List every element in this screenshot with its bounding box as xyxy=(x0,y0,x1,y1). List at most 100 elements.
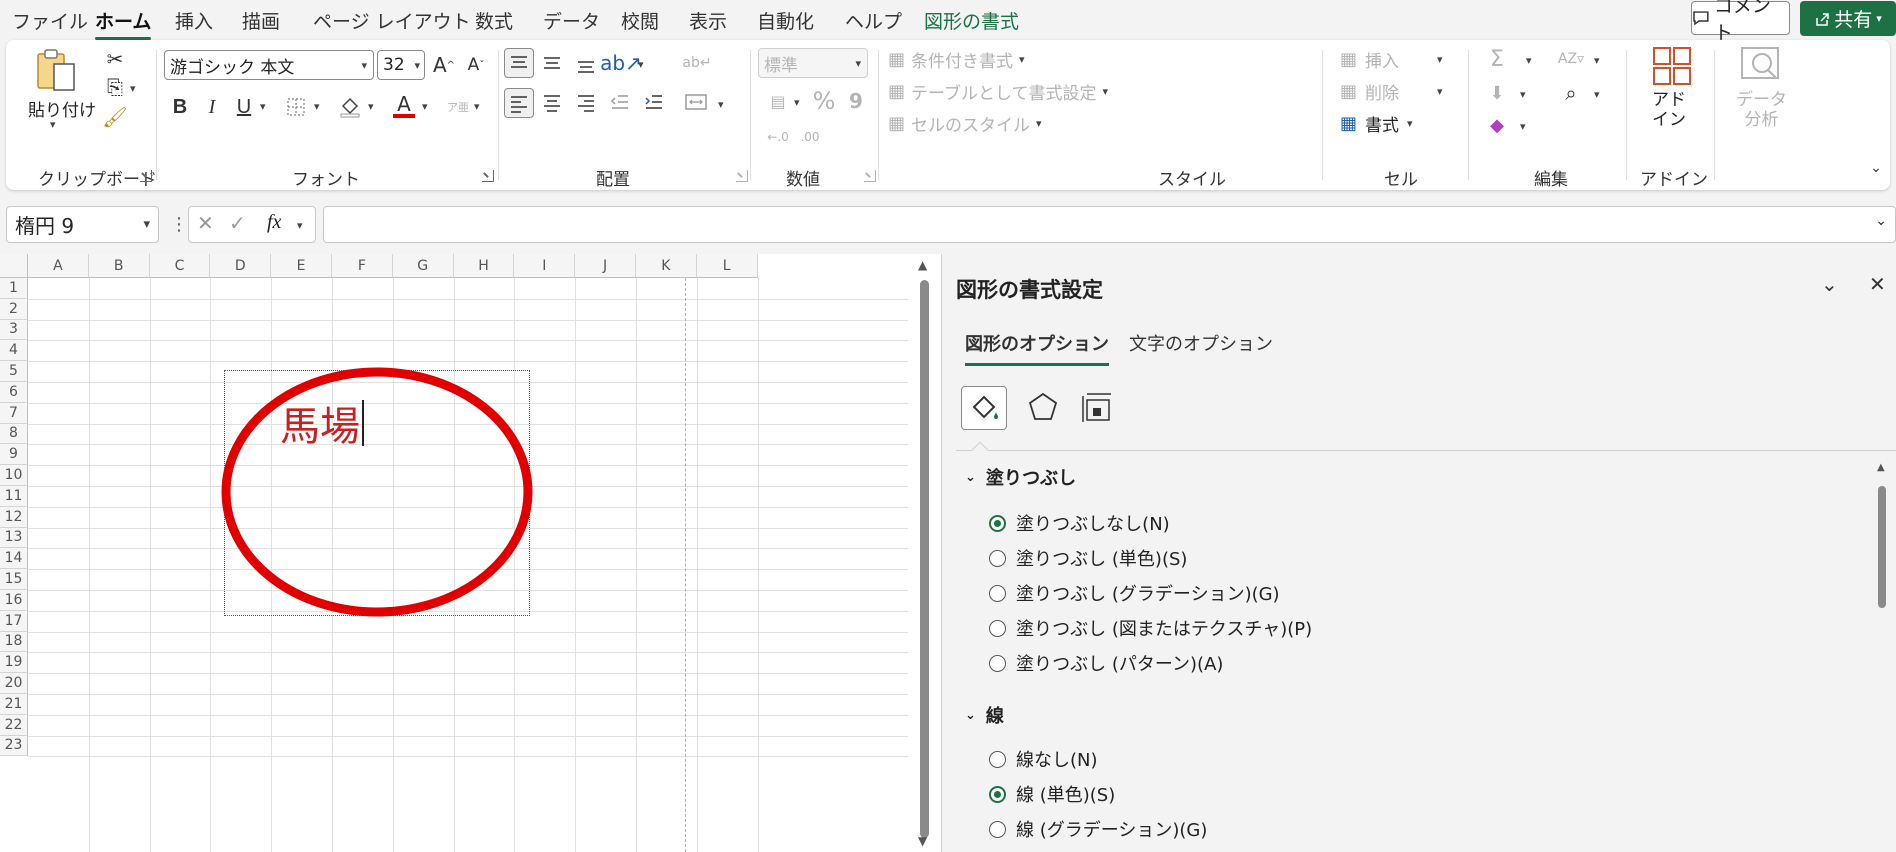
more-options-icon[interactable]: ⋮ xyxy=(170,214,188,235)
comment-button[interactable]: コメント xyxy=(1691,0,1790,44)
share-chevron-icon[interactable]: ▾ xyxy=(1876,12,1882,25)
line-option-none[interactable]: 線なし(N) xyxy=(989,746,1098,772)
delete-cells-button[interactable]: ▦ 削除 ▾ xyxy=(1340,76,1443,106)
autosum-chevron-icon[interactable]: ▾ xyxy=(1526,54,1532,67)
fill-color-button[interactable] xyxy=(336,92,364,122)
decrease-decimal-button[interactable]: .00 xyxy=(796,122,824,152)
borders-button[interactable] xyxy=(282,92,310,122)
fill-option-none[interactable]: 塗りつぶしなし(N) xyxy=(989,510,1170,536)
select-all-corner[interactable] xyxy=(0,254,28,278)
column-header[interactable]: G xyxy=(392,254,454,278)
row-header[interactable]: 6 xyxy=(0,382,28,403)
scroll-up-icon[interactable]: ▲ xyxy=(918,258,927,272)
find-chevron-icon[interactable]: ▾ xyxy=(1594,88,1600,101)
font-size-select[interactable]: 32 ▾ xyxy=(377,50,425,80)
cancel-icon[interactable]: ✕ xyxy=(197,211,214,235)
comma-button[interactable]: 9 xyxy=(842,86,870,116)
ellipse-shape[interactable] xyxy=(218,364,536,620)
tab-file[interactable]: ファイル xyxy=(12,7,88,34)
column-header[interactable]: D xyxy=(210,254,272,278)
column-header[interactable]: C xyxy=(149,254,211,278)
row-header[interactable]: 23 xyxy=(0,735,28,757)
row-header[interactable]: 4 xyxy=(0,340,28,362)
percent-button[interactable]: % xyxy=(810,86,838,116)
vertical-scrollbar[interactable]: ▲ ▼ xyxy=(908,254,941,852)
pane-options-chevron-icon[interactable]: ⌄ xyxy=(1821,272,1838,296)
fill-option-solid[interactable]: 塗りつぶし (単色)(S) xyxy=(989,545,1187,571)
fill-line-category-button[interactable] xyxy=(961,386,1007,430)
row-header[interactable]: 5 xyxy=(0,361,28,382)
formula-input[interactable]: ⌄ xyxy=(323,206,1896,243)
increase-decimal-button[interactable]: ←.0 xyxy=(764,122,792,152)
alignment-launcher-icon[interactable] xyxy=(736,170,748,182)
clear-icon[interactable]: ◆ xyxy=(1482,110,1512,140)
scroll-thumb[interactable] xyxy=(920,280,929,838)
align-right-button[interactable] xyxy=(572,88,602,118)
column-header[interactable]: B xyxy=(88,254,150,278)
worksheet-grid[interactable]: ABCDEFGHIJKL 1 2 3 4 5 6 7 8 9 10 11 12 13 14 15 16 17 18… xyxy=(0,254,908,852)
format-as-table-button[interactable]: ▦ テーブルとして書式設定 ▾ xyxy=(888,76,1108,106)
align-bottom-button[interactable] xyxy=(572,48,602,78)
expand-formula-icon[interactable]: ⌄ xyxy=(1875,213,1887,229)
row-header[interactable]: 20 xyxy=(0,673,28,694)
share-button[interactable]: 共有 ▾ xyxy=(1800,1,1896,36)
align-middle-button[interactable] xyxy=(538,48,568,78)
row-header[interactable]: 7 xyxy=(0,402,28,424)
tab-help[interactable]: ヘルプ xyxy=(845,7,902,34)
tab-review[interactable]: 校閲 xyxy=(621,7,659,34)
font-color-button[interactable]: A xyxy=(390,90,418,122)
tab-home[interactable]: ホーム xyxy=(95,7,152,40)
autosum-icon[interactable]: Σ xyxy=(1482,44,1512,74)
paste-button[interactable]: 貼り付け ▾ xyxy=(26,46,96,136)
currency-chevron-icon[interactable]: ▾ xyxy=(794,96,800,109)
row-header[interactable]: 9 xyxy=(0,444,28,466)
copy-icon[interactable]: ⎘ xyxy=(102,74,128,100)
tab-view[interactable]: 表示 xyxy=(689,7,727,34)
borders-chevron-icon[interactable]: ▾ xyxy=(314,100,320,113)
radio-button[interactable] xyxy=(989,654,1006,672)
cell-styles-button[interactable]: ▦ セルのスタイル ▾ xyxy=(888,108,1042,138)
tab-insert[interactable]: 挿入 xyxy=(175,7,213,34)
radio-button[interactable] xyxy=(989,514,1006,532)
tab-draw[interactable]: 描画 xyxy=(242,7,280,34)
fill-option-pattern[interactable]: 塗りつぶし (パターン)(A) xyxy=(989,650,1223,676)
currency-icon[interactable]: ▤ xyxy=(764,86,792,116)
cut-icon[interactable]: ✂ xyxy=(102,46,128,72)
row-header[interactable]: 18 xyxy=(0,631,28,653)
conditional-format-button[interactable]: ▦ 条件付き書式 ▾ xyxy=(888,44,1025,74)
effects-category-button[interactable] xyxy=(1021,386,1065,430)
column-header[interactable]: K xyxy=(636,254,697,278)
align-top-button[interactable] xyxy=(504,48,534,78)
tab-data[interactable]: データ xyxy=(543,7,600,34)
row-header[interactable]: 21 xyxy=(0,694,28,715)
column-header[interactable]: I xyxy=(514,254,576,278)
close-icon[interactable]: ✕ xyxy=(1869,272,1886,296)
row-header[interactable]: 19 xyxy=(0,652,28,674)
radio-button[interactable] xyxy=(989,750,1006,768)
row-header[interactable]: 17 xyxy=(0,610,28,632)
format-cells-button[interactable]: ▦ 書式 ▾ xyxy=(1340,108,1413,138)
shape-text[interactable]: 馬場 xyxy=(280,394,364,452)
tab-automate[interactable]: 自動化 xyxy=(757,7,814,34)
tab-shape-options[interactable]: 図形のオプション xyxy=(965,330,1109,366)
data-analysis-button[interactable]: データ 分析 xyxy=(1728,44,1792,134)
underline-chevron-icon[interactable]: ▾ xyxy=(260,100,266,113)
paste-chevron-icon[interactable]: ▾ xyxy=(50,118,56,131)
addins-button[interactable]: アド イン xyxy=(1642,44,1702,134)
row-header[interactable]: 3 xyxy=(0,319,28,341)
row-header[interactable]: 13 xyxy=(0,527,28,549)
fill-chevron-icon[interactable]: ▾ xyxy=(368,100,374,113)
grow-font-button[interactable]: A ^ xyxy=(430,50,458,80)
column-header[interactable]: A xyxy=(28,254,89,278)
row-header[interactable]: 16 xyxy=(0,590,28,611)
scroll-down-icon[interactable]: ▼ xyxy=(918,834,927,848)
insert-function-button[interactable]: fx xyxy=(267,211,281,234)
radio-button[interactable] xyxy=(989,785,1006,803)
radio-button[interactable] xyxy=(989,820,1006,838)
clear-chevron-icon[interactable]: ▾ xyxy=(1520,120,1526,133)
pane-scroll-thumb[interactable] xyxy=(1878,486,1886,608)
wrap-text-icon[interactable]: ab↵ xyxy=(682,48,712,78)
fx-chevron-icon[interactable]: ▾ xyxy=(297,219,303,232)
font-name-select[interactable]: 游ゴシック 本文 ▾ xyxy=(164,50,374,80)
fill-section-header[interactable]: ⌄ 塗りつぶし xyxy=(965,464,1076,490)
